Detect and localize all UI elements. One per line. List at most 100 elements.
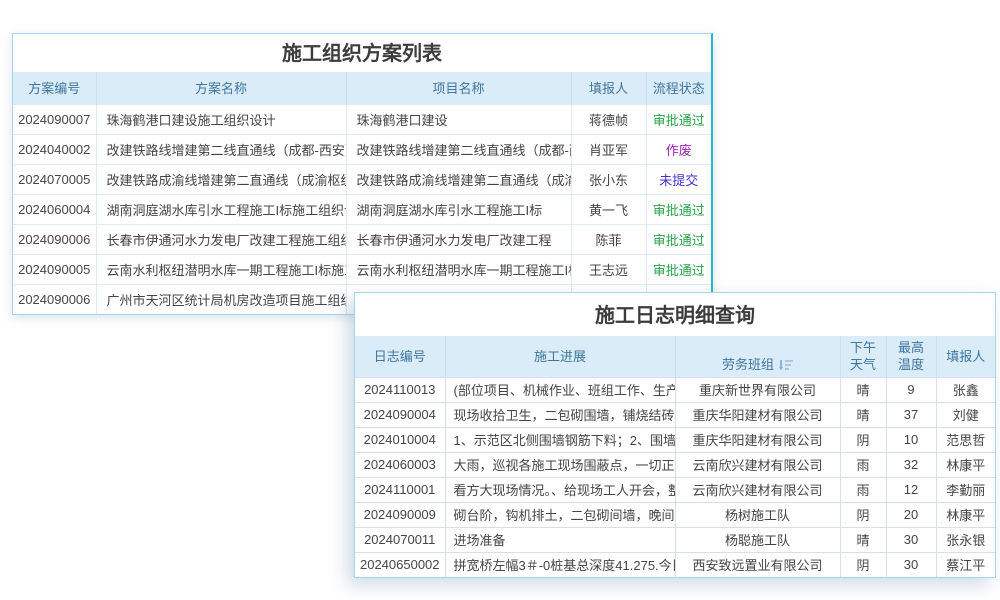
plan-name-link[interactable]: 湖南洞庭湖水库引水工程施工I标施工组织设计 (96, 194, 346, 224)
reporter-link[interactable]: 林康平 (936, 502, 995, 527)
plan-id-link[interactable]: 2024090007 (13, 104, 96, 134)
col-reporter-header: 填报人 (571, 72, 646, 104)
table-row: 2024090004 现场收拾卫生，二包砌围墙，铺烧结砖，... 重庆华阳建材有… (355, 402, 995, 427)
col-plan-name-header: 方案名称 (96, 72, 346, 104)
temp-cell: 12 (886, 477, 936, 502)
progress-cell: 1、示范区北侧围墙钢筋下料；2、围墙地... (445, 427, 675, 452)
project-name-link[interactable]: 长春市伊通河水力发电厂改建工程 (346, 224, 571, 254)
weather-cell: 晴 (840, 402, 886, 427)
table-row: 2024060004 湖南洞庭湖水库引水工程施工I标施工组织设计 湖南洞庭湖水库… (13, 194, 711, 224)
col-progress-header: 施工进展 (445, 336, 675, 377)
reporter-link[interactable]: 林康平 (936, 452, 995, 477)
temp-cell: 32 (886, 452, 936, 477)
plan-table: 方案编号 方案名称 项目名称 填报人 流程状态 2024090007 珠海鹤港口… (13, 72, 711, 314)
plan-name-link[interactable]: 云南水利枢纽潜明水库一期工程施工I标施工组... (96, 254, 346, 284)
log-table-title: 施工日志明细查询 (355, 293, 995, 336)
plan-id-link[interactable]: 2024040002 (13, 134, 96, 164)
reporter-link[interactable]: 张小东 (571, 164, 646, 194)
temp-cell: 30 (886, 527, 936, 552)
table-row: 2024090006 长春市伊通河水力发电厂改建工程施工组织设计 长春市伊通河水… (13, 224, 711, 254)
plan-name-link[interactable]: 珠海鹤港口建设施工组织设计 (96, 104, 346, 134)
plan-id-link[interactable]: 2024090005 (13, 254, 96, 284)
plan-name-link[interactable]: 广州市天河区统计局机房改造项目施工组织设计 (96, 284, 346, 314)
sort-amount-icon[interactable] (779, 359, 793, 371)
reporter-link[interactable]: 范思哲 (936, 427, 995, 452)
reporter-link[interactable]: 张永银 (936, 527, 995, 552)
log-id-link[interactable]: 2024060003 (355, 452, 445, 477)
table-row: 2024090009 砌台阶，钩机排土，二包砌间墙，晚间加... 杨树施工队 阴… (355, 502, 995, 527)
col-status-header: 流程状态 (646, 72, 711, 104)
log-id-link[interactable]: 2024110013 (355, 377, 445, 402)
progress-cell: 看方大现场情况。、给现场工人开会，整... (445, 477, 675, 502)
col-temp-header: 最高 温度 (886, 336, 936, 377)
progress-cell: 进场准备 (445, 527, 675, 552)
reporter-link[interactable]: 王志远 (571, 254, 646, 284)
log-id-link[interactable]: 2024090009 (355, 502, 445, 527)
plan-name-link[interactable]: 改建铁路成渝线增建第二直通线（成渝枢纽）... (96, 164, 346, 194)
project-name-link[interactable]: 云南水利枢纽潜明水库一期工程施工I标 (346, 254, 571, 284)
temp-cell: 9 (886, 377, 936, 402)
progress-cell: 大雨，巡视各施工现场围蔽点，一切正常... (445, 452, 675, 477)
reporter-link[interactable]: 张鑫 (936, 377, 995, 402)
plan-id-link[interactable]: 2024060004 (13, 194, 96, 224)
project-name-link[interactable]: 改建铁路线增建第二线直通线（成都-西安... (346, 134, 571, 164)
reporter-link[interactable]: 蒋德帧 (571, 104, 646, 134)
status-badge: 作废 (646, 134, 711, 164)
table-row: 2024040002 改建铁路线增建第二线直通线（成都-西安）... 改建铁路线… (13, 134, 711, 164)
status-badge: 未提交 (646, 164, 711, 194)
table-row: 2024070005 改建铁路成渝线增建第二直通线（成渝枢纽）... 改建铁路成… (13, 164, 711, 194)
log-id-link[interactable]: 2024070011 (355, 527, 445, 552)
col-team-header[interactable]: 劳务班组 (675, 336, 840, 377)
reporter-link[interactable]: 黄一飞 (571, 194, 646, 224)
reporter-link[interactable]: 刘健 (936, 402, 995, 427)
progress-cell: 现场收拾卫生，二包砌围墙，铺烧结砖，... (445, 402, 675, 427)
log-table-panel: 施工日志明细查询 日志编号 施工进展 劳务班组 (354, 292, 996, 578)
temp-cell: 20 (886, 502, 936, 527)
progress-cell: 砌台阶，钩机排土，二包砌间墙，晚间加... (445, 502, 675, 527)
log-id-link[interactable]: 20240650002 (355, 552, 445, 577)
weather-cell: 雨 (840, 477, 886, 502)
table-row: 2024060003 大雨，巡视各施工现场围蔽点，一切正常... 云南欣兴建材有… (355, 452, 995, 477)
reporter-link[interactable]: 陈菲 (571, 224, 646, 254)
plan-id-link[interactable]: 2024090006 (13, 224, 96, 254)
page: 施工组织方案列表 方案编号 方案名称 项目名称 填报人 流程状态 2024090… (0, 0, 1000, 600)
table-row: 2024110001 看方大现场情况。、给现场工人开会，整... 云南欣兴建材有… (355, 477, 995, 502)
status-badge: 审批通过 (646, 254, 711, 284)
project-name-link[interactable]: 改建铁路成渝线增建第二直通线（成渝枢... (346, 164, 571, 194)
log-table-header-row: 日志编号 施工进展 劳务班组 (355, 336, 995, 377)
reporter-link[interactable]: 蔡江平 (936, 552, 995, 577)
weather-cell: 雨 (840, 452, 886, 477)
plan-table-title: 施工组织方案列表 (13, 34, 711, 72)
table-row: 2024090005 云南水利枢纽潜明水库一期工程施工I标施工组... 云南水利… (13, 254, 711, 284)
col-log-reporter-header: 填报人 (936, 336, 995, 377)
reporter-link[interactable]: 李勤丽 (936, 477, 995, 502)
col-plan-id-header: 方案编号 (13, 72, 96, 104)
team-cell: 云南欣兴建材有限公司 (675, 452, 840, 477)
team-cell: 重庆华阳建材有限公司 (675, 427, 840, 452)
log-id-link[interactable]: 2024010004 (355, 427, 445, 452)
plan-name-link[interactable]: 改建铁路线增建第二线直通线（成都-西安）... (96, 134, 346, 164)
plan-id-link[interactable]: 2024090006 (13, 284, 96, 314)
plan-id-link[interactable]: 2024070005 (13, 164, 96, 194)
plan-table-panel: 施工组织方案列表 方案编号 方案名称 项目名称 填报人 流程状态 2024090… (12, 33, 713, 315)
temp-cell: 30 (886, 552, 936, 577)
plan-table-header-row: 方案编号 方案名称 项目名称 填报人 流程状态 (13, 72, 711, 104)
col-weather-header: 下午 天气 (840, 336, 886, 377)
table-row: 2024010004 1、示范区北侧围墙钢筋下料；2、围墙地... 重庆华阳建材… (355, 427, 995, 452)
progress-cell: (部位项目、机械作业、班组工作、生产... (445, 377, 675, 402)
weather-cell: 阴 (840, 427, 886, 452)
project-name-link[interactable]: 湖南洞庭湖水库引水工程施工I标 (346, 194, 571, 224)
weather-cell: 晴 (840, 377, 886, 402)
table-row: 20240650002 拼宽桥左幅3＃-0桩基总深度41.275.今日进... … (355, 552, 995, 577)
project-name-link[interactable]: 珠海鹤港口建设 (346, 104, 571, 134)
team-cell: 杨聪施工队 (675, 527, 840, 552)
log-id-link[interactable]: 2024110001 (355, 477, 445, 502)
team-cell: 杨树施工队 (675, 502, 840, 527)
weather-cell: 晴 (840, 527, 886, 552)
table-row: 2024110013 (部位项目、机械作业、班组工作、生产... 重庆新世界有限… (355, 377, 995, 402)
log-id-link[interactable]: 2024090004 (355, 402, 445, 427)
team-cell: 重庆新世界有限公司 (675, 377, 840, 402)
temp-cell: 10 (886, 427, 936, 452)
reporter-link[interactable]: 肖亚军 (571, 134, 646, 164)
plan-name-link[interactable]: 长春市伊通河水力发电厂改建工程施工组织设计 (96, 224, 346, 254)
